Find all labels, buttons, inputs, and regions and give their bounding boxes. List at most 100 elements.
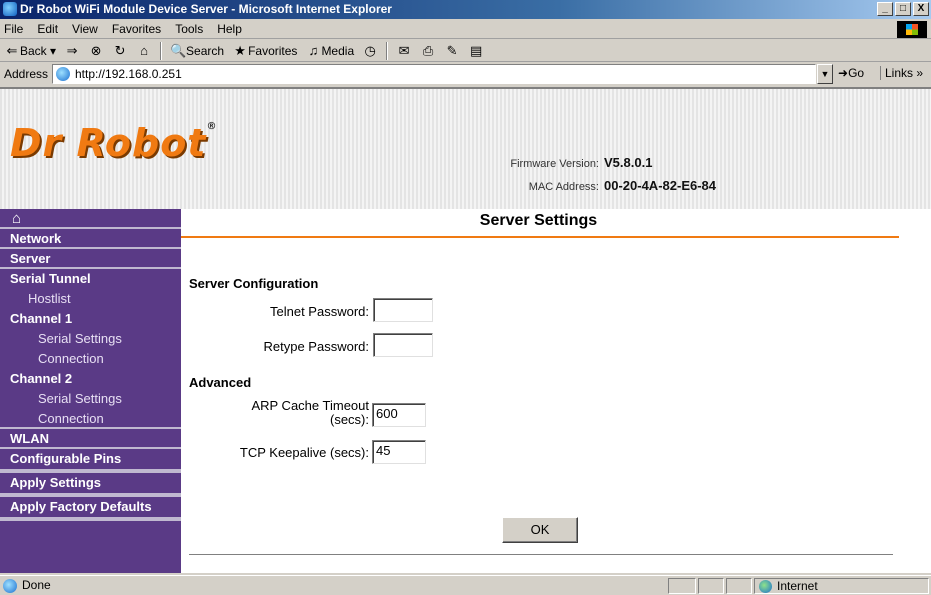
retype-password-input[interactable]	[373, 333, 433, 357]
address-bar: Address http://192.168.0.251 ▼ ➜Go Links…	[0, 63, 931, 85]
window-controls: _ □ X	[877, 2, 929, 16]
back-label: Back	[20, 43, 47, 58]
window-title-bar: Dr Robot WiFi Module Device Server - Mic…	[0, 0, 931, 19]
telnet-password-input[interactable]	[373, 298, 433, 322]
sidebar-item-hostlist[interactable]: Hostlist	[0, 289, 181, 309]
favorites-icon: ★	[234, 42, 246, 58]
menu-file[interactable]: File	[4, 22, 23, 36]
sidebar-item-ch1-connection[interactable]: Connection	[0, 349, 181, 369]
tcp-keepalive-input[interactable]: 45	[372, 440, 426, 464]
status-panel	[668, 578, 696, 594]
history-icon[interactable]: ◷	[362, 43, 378, 59]
server-configuration-heading: Server Configuration	[189, 276, 319, 291]
arp-cache-timeout-input[interactable]: 600	[372, 403, 426, 427]
sidebar-item-ch1-serial-settings[interactable]: Serial Settings	[0, 329, 181, 349]
links-label: Links	[885, 66, 914, 80]
favorites-label: Favorites	[248, 43, 298, 58]
go-label: Go	[848, 66, 865, 80]
bottom-divider	[189, 554, 893, 556]
refresh-icon[interactable]: ↻	[112, 43, 128, 59]
menu-edit[interactable]: Edit	[37, 22, 58, 36]
media-icon: ♫	[308, 42, 319, 58]
sidebar-nav: ⌂ Network Server Serial Tunnel Hostlist …	[0, 209, 181, 573]
toolbar-separator	[386, 41, 389, 60]
status-text: Done	[22, 578, 51, 592]
security-zone: Internet	[754, 578, 929, 594]
sidebar-item-ch2-connection[interactable]: Connection	[0, 409, 181, 429]
mac-address-value: 00-20-4A-82-E6-84	[604, 178, 717, 193]
status-bar: Done Internet	[0, 575, 931, 595]
home-icon[interactable]: ⌂	[0, 209, 181, 229]
mac-address-label: MAC Address:	[528, 181, 599, 193]
search-icon: 🔍	[170, 42, 187, 58]
maximize-button[interactable]: □	[895, 2, 911, 16]
menu-favorites[interactable]: Favorites	[112, 22, 161, 36]
logo-registered-mark: ®	[206, 121, 218, 132]
page-header: Dr Robot® Firmware Version: V5.8.0.1 MAC…	[0, 89, 931, 209]
arp-cache-timeout-label: ARP Cache Timeout (secs):	[181, 399, 369, 427]
arp-label-line-1: ARP Cache Timeout	[251, 398, 369, 413]
sidebar-item-network[interactable]: Network	[0, 229, 181, 249]
address-url: http://192.168.0.251	[75, 67, 182, 81]
main-content: Server Settings Server Configuration Tel…	[181, 209, 931, 573]
sidebar-item-server[interactable]: Server	[0, 249, 181, 269]
advanced-heading: Advanced	[189, 375, 252, 390]
menu-view[interactable]: View	[72, 22, 98, 36]
windows-logo-icon	[897, 21, 927, 38]
links-button[interactable]: Links »	[880, 66, 923, 80]
dr-robot-logo: Dr Robot®	[10, 121, 217, 165]
sidebar-item-apply-settings[interactable]: Apply Settings	[0, 473, 181, 493]
page-icon	[56, 67, 70, 81]
menu-tools[interactable]: Tools	[175, 22, 203, 36]
sidebar-divider	[0, 517, 181, 521]
stop-icon[interactable]: ⊗	[88, 43, 104, 59]
go-arrow-icon: ➜	[838, 66, 849, 80]
close-button[interactable]: X	[913, 2, 929, 16]
status-panel	[698, 578, 724, 594]
mail-icon[interactable]: ✉	[396, 43, 412, 59]
media-button[interactable]: ♫ Media	[305, 42, 355, 59]
minimize-button[interactable]: _	[877, 2, 893, 16]
page-done-icon	[3, 579, 17, 593]
toolbar-separator	[160, 41, 163, 60]
browser-toolbar: ⇐ Back ▾ ⇒ ⊗ ↻ ⌂ 🔍Search ★ Favorites ♫ Medi…	[0, 40, 931, 62]
page-title: Server Settings	[479, 212, 598, 229]
sidebar-item-channel-2[interactable]: Channel 2	[0, 369, 181, 389]
ie-app-icon	[3, 2, 17, 16]
sidebar-item-apply-factory-defaults[interactable]: Apply Factory Defaults	[0, 497, 181, 517]
zone-label: Internet	[777, 579, 818, 593]
search-button[interactable]: 🔍Search	[170, 43, 224, 59]
telnet-password-label: Telnet Password:	[270, 304, 369, 319]
sidebar-item-channel-1[interactable]: Channel 1	[0, 309, 181, 329]
status-panel	[726, 578, 752, 594]
media-label: Media	[321, 43, 355, 58]
tcp-keepalive-label: TCP Keepalive (secs):	[239, 445, 369, 460]
favorites-button[interactable]: ★ Favorites	[232, 43, 297, 59]
sidebar-item-wlan[interactable]: WLAN	[0, 429, 181, 449]
menu-help[interactable]: Help	[217, 22, 242, 36]
logo-text: Dr Robot	[10, 121, 207, 165]
page-viewport: Dr Robot® Firmware Version: V5.8.0.1 MAC…	[0, 87, 931, 573]
sidebar-item-serial-tunnel[interactable]: Serial Tunnel	[0, 269, 181, 289]
back-button[interactable]: ⇐ Back ▾	[4, 43, 57, 59]
edit-icon[interactable]: ✎	[444, 43, 460, 59]
retype-password-label: Retype Password:	[263, 339, 370, 354]
print-icon[interactable]: ⎙	[420, 43, 436, 59]
firmware-label: Firmware Version:	[510, 158, 599, 170]
ok-button[interactable]: OK	[502, 517, 578, 543]
menu-bar: File Edit View Favorites Tools Help	[0, 19, 931, 39]
internet-globe-icon	[759, 580, 772, 593]
go-button[interactable]: ➜Go	[838, 66, 864, 80]
sidebar-item-ch2-serial-settings[interactable]: Serial Settings	[0, 389, 181, 409]
sidebar-item-configurable-pins[interactable]: Configurable Pins	[0, 449, 181, 469]
window-title: Dr Robot WiFi Module Device Server - Mic…	[20, 2, 392, 16]
arp-label-line-2: (secs):	[330, 412, 369, 427]
firmware-value: V5.8.0.1	[604, 155, 653, 170]
address-label: Address	[4, 67, 49, 81]
address-dropdown-button[interactable]: ▼	[817, 64, 833, 84]
title-divider	[181, 236, 899, 238]
forward-arrow-icon[interactable]: ⇒	[64, 43, 80, 59]
address-input[interactable]: http://192.168.0.251	[52, 64, 816, 84]
discuss-icon[interactable]: ▤	[468, 43, 484, 59]
home-browser-icon[interactable]: ⌂	[136, 43, 152, 59]
